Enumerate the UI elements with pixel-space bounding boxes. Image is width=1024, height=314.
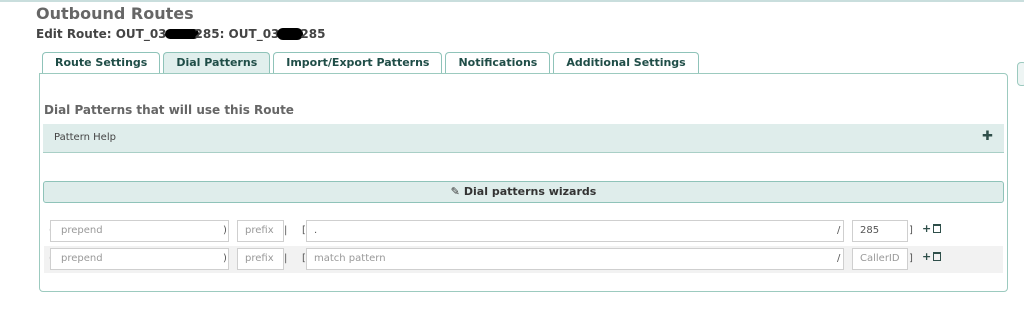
callerid-input[interactable]: 285 xyxy=(852,220,908,242)
callerid-input[interactable]: CallerID xyxy=(852,248,908,270)
edit-route-part-3: 285 xyxy=(300,27,326,41)
trash-icon[interactable] xyxy=(933,224,942,233)
close-bracket: ] xyxy=(909,253,913,264)
pipe-separator: | xyxy=(284,225,288,236)
match-pattern-input[interactable]: match pattern xyxy=(306,248,844,270)
trash-icon[interactable] xyxy=(933,252,942,261)
tab-notifications[interactable]: Notifications xyxy=(445,52,551,74)
close-bracket: ] xyxy=(909,225,913,236)
row-actions: + xyxy=(922,222,942,235)
match-pattern-input[interactable]: . xyxy=(306,220,844,242)
prepend-input[interactable]: prepend xyxy=(50,248,229,270)
redaction-mark xyxy=(164,29,199,39)
pattern-help-label: Pattern Help xyxy=(54,132,116,143)
tab-additional-settings[interactable]: Additional Settings xyxy=(553,52,699,74)
prefix-input[interactable]: prefix xyxy=(237,220,284,242)
pattern-help-bar[interactable]: Pattern Help ✚ xyxy=(43,124,1004,153)
page-title: Outbound Routes xyxy=(36,4,194,23)
slash-separator: / xyxy=(837,225,841,236)
dial-patterns-heading: Dial Patterns that will use this Route xyxy=(44,103,294,117)
prefix-input[interactable]: prefix xyxy=(237,248,284,270)
plus-icon[interactable]: + xyxy=(922,250,931,263)
edit-route-part-1: Edit Route: OUT_03 xyxy=(36,27,167,41)
row-actions: + xyxy=(922,250,942,263)
edit-route-part-2: 285: OUT_03 xyxy=(194,27,280,41)
magic-wand-icon: ✎ xyxy=(450,185,460,198)
prepend-input[interactable]: prepend xyxy=(50,220,229,242)
close-paren: ) xyxy=(223,225,227,236)
wizard-label: Dial patterns wizards xyxy=(463,185,597,198)
dial-pattern-row: ( prepend ) prefix | [ match pattern / C… xyxy=(44,246,1003,273)
dial-pattern-row: ( prepend ) prefix | [ . / 285 ] + xyxy=(44,218,1003,245)
plus-icon[interactable]: + xyxy=(922,222,931,235)
tab-bar: Route Settings Dial Patterns Import/Expo… xyxy=(42,52,702,75)
dial-patterns-wizard-button[interactable]: ✎ Dial patterns wizards xyxy=(43,181,1004,203)
side-panel-handle[interactable] xyxy=(1017,62,1024,86)
plus-icon[interactable]: ✚ xyxy=(982,129,993,144)
slash-separator: / xyxy=(837,253,841,264)
close-paren: ) xyxy=(223,253,227,264)
edit-route-title: Edit Route: OUT_03 285: OUT_03 285 xyxy=(36,27,325,41)
top-border xyxy=(0,0,1024,2)
tab-import-export-patterns[interactable]: Import/Export Patterns xyxy=(273,52,443,74)
pipe-separator: | xyxy=(284,253,288,264)
tab-route-settings[interactable]: Route Settings xyxy=(42,52,161,74)
tab-dial-patterns[interactable]: Dial Patterns xyxy=(163,52,271,75)
